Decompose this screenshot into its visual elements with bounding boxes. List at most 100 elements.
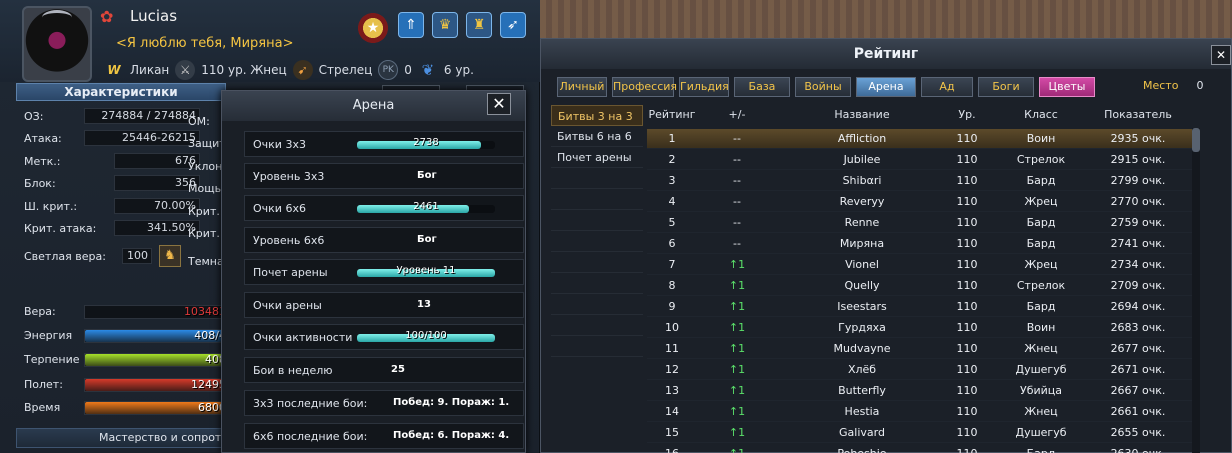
cell-change: ↑1 bbox=[728, 300, 746, 313]
table-row[interactable]: 14 ↑1 Hestia 110 Жнец 2661 очк. bbox=[647, 402, 1193, 422]
cell-change: -- bbox=[733, 153, 741, 166]
table-row[interactable]: 5 -- Renne 110 Бард 2759 очк. bbox=[647, 213, 1193, 233]
stat-label: Крит. атака: bbox=[24, 221, 97, 235]
profession-label: Стрелец bbox=[318, 63, 373, 77]
faith-icon[interactable]: ♞ bbox=[159, 245, 181, 267]
table-row[interactable]: 8 ↑1 Quelly 110 Стрелок 2709 очк. bbox=[647, 276, 1193, 296]
table-row[interactable]: 11 ↑1 Mudvayne 110 Жнец 2677 очк. bbox=[647, 339, 1193, 359]
mastery-resistance-tab[interactable]: Мастерство и сопротивление bbox=[16, 428, 230, 448]
resource-label: Терпение bbox=[24, 353, 80, 366]
table-row[interactable]: 7 ↑1 Vionel 110 Жрец 2734 очк. bbox=[647, 255, 1193, 275]
subtab-empty bbox=[551, 210, 643, 231]
resource-bar: Вера: 103483 bbox=[24, 303, 229, 321]
tab-7[interactable]: Ад bbox=[921, 77, 973, 97]
cup-icon[interactable]: ♜ bbox=[466, 12, 492, 38]
close-icon[interactable]: ✕ bbox=[487, 93, 511, 115]
cell-change: ↑1 bbox=[728, 279, 746, 292]
arena-progress-value: Уровень 11 bbox=[396, 265, 456, 276]
cell-level: 110 bbox=[956, 426, 978, 439]
cell-class: Бард bbox=[1026, 174, 1056, 187]
cell-change: -- bbox=[733, 174, 741, 187]
profession-icon: ➹ bbox=[292, 60, 313, 80]
cell-level: 110 bbox=[956, 258, 978, 271]
cell-change: ↑1 bbox=[728, 342, 746, 355]
arena-stat-row: Почет арены Уровень 11 bbox=[244, 259, 524, 285]
resource-label: Энергия bbox=[24, 329, 73, 342]
arena-stat-label: Уровень 6х6 bbox=[253, 234, 325, 247]
cell-rank: 12 bbox=[665, 363, 679, 376]
table-row[interactable]: 1 -- Affliction 110 Воин 2935 очк. bbox=[647, 129, 1193, 149]
trophy-icon[interactable]: ♛ bbox=[432, 12, 458, 38]
cell-class: Жрец bbox=[1024, 195, 1058, 208]
table-row[interactable]: 10 ↑1 Гурдяха 110 Воин 2683 очк. bbox=[647, 318, 1193, 338]
table-row[interactable]: 12 ↑1 Хлёб 110 Душегуб 2671 очк. bbox=[647, 360, 1193, 380]
rank-medal-icon[interactable]: ★ bbox=[356, 10, 390, 46]
arena-stat-label: Очки активности bbox=[253, 331, 353, 344]
cell-name: Pohoshio bbox=[777, 447, 947, 453]
subtab-item[interactable]: Почет арены bbox=[551, 147, 643, 168]
tab-8[interactable]: Боги bbox=[978, 77, 1034, 97]
arena-stat-label: Очки 6х6 bbox=[253, 202, 306, 215]
arena-stat-row: Очки арены 13 bbox=[244, 292, 524, 318]
scroll-thumb[interactable] bbox=[1192, 128, 1200, 152]
arena-progress-value: 100/100 bbox=[405, 330, 447, 341]
tab-3[interactable]: Гильдия bbox=[679, 77, 729, 97]
cell-level: 110 bbox=[956, 174, 978, 187]
column-header[interactable]: Класс bbox=[1007, 108, 1075, 121]
rank-up-icon[interactable]: ⇑ bbox=[398, 12, 424, 38]
subtab-empty bbox=[551, 336, 643, 357]
cell-change: ↑1 bbox=[728, 405, 746, 418]
cell-class: Бард bbox=[1026, 216, 1056, 229]
subtab-item[interactable]: Битвы 3 на 3 bbox=[551, 105, 643, 126]
table-row[interactable]: 3 -- Shibαri 110 Бард 2799 очк. bbox=[647, 171, 1193, 191]
stat-label: Блок: bbox=[24, 176, 56, 190]
cell-level: 110 bbox=[956, 237, 978, 250]
subtab-empty bbox=[551, 273, 643, 294]
rating-scrollbar[interactable] bbox=[1192, 128, 1200, 453]
column-header[interactable]: Рейтинг bbox=[647, 108, 697, 121]
arena-stat-row: Уровень 6х6 Бог bbox=[244, 227, 524, 253]
table-row[interactable]: 15 ↑1 Galivard 110 Душегуб 2655 очк. bbox=[647, 423, 1193, 443]
table-row[interactable]: 4 -- Reveryy 110 Жрец 2770 очк. bbox=[647, 192, 1193, 212]
wing-badge-icon[interactable]: ➶ bbox=[500, 12, 526, 38]
cell-rank: 6 bbox=[668, 237, 676, 250]
cell-class: Жнец bbox=[1024, 405, 1058, 418]
cell-class: Бард bbox=[1026, 300, 1056, 313]
table-row[interactable]: 9 ↑1 Iseestars 110 Бард 2694 очк. bbox=[647, 297, 1193, 317]
arena-stat-row: Очки 6х6 2461 bbox=[244, 195, 524, 221]
cell-name: Iseestars bbox=[837, 300, 887, 313]
column-header[interactable]: Ур. bbox=[947, 108, 987, 121]
table-row[interactable]: 6 -- Миряна 110 Бард 2741 очк. bbox=[647, 234, 1193, 254]
tab-1[interactable]: Личный bbox=[557, 77, 607, 97]
cell-rank: 4 bbox=[668, 195, 676, 208]
arena-stat-value: 13 bbox=[417, 299, 431, 310]
cell-rank: 5 bbox=[668, 216, 676, 229]
table-row[interactable]: 2 -- Jubilee 110 Стрелок 2915 очк. bbox=[647, 150, 1193, 170]
cell-name: Reveryy bbox=[839, 195, 885, 208]
cell-class: Жнец bbox=[1024, 342, 1058, 355]
column-header[interactable]: +/- bbox=[713, 108, 761, 121]
tab-characteristics[interactable]: Характеристики bbox=[16, 83, 226, 101]
tab-6[interactable]: Арена bbox=[856, 77, 916, 97]
close-button[interactable]: ✕ bbox=[1211, 45, 1231, 65]
cell-class: Жрец bbox=[1024, 258, 1058, 271]
tab-4[interactable]: База bbox=[734, 77, 790, 97]
column-header[interactable]: Показатель bbox=[1083, 108, 1193, 121]
tab-9[interactable]: Цветы bbox=[1039, 77, 1095, 97]
cell-name: Shibαri bbox=[842, 174, 882, 187]
cell-level: 110 bbox=[956, 132, 978, 145]
subtab-item[interactable]: Битвы 6 на 6 bbox=[551, 126, 643, 147]
cell-change: -- bbox=[733, 237, 741, 250]
cell-score: 2661 очк. bbox=[1110, 405, 1166, 418]
column-header[interactable]: Название bbox=[777, 108, 947, 121]
tab-2[interactable]: Профессия bbox=[612, 77, 677, 97]
character-header: ✿ Lucias <Я люблю тебя, Миряна> ★ ⇑ ♛ ♜ … bbox=[0, 0, 540, 82]
character-avatar[interactable] bbox=[22, 6, 92, 82]
table-row[interactable]: 13 ↑1 Butterfly 110 Убийца 2667 очк. bbox=[647, 381, 1193, 401]
tab-5[interactable]: Войны bbox=[795, 77, 851, 97]
arena-stat-row: Очки 3х3 2738 bbox=[244, 131, 524, 157]
cell-score: 2741 очк. bbox=[1110, 237, 1166, 250]
table-row[interactable]: 16 ↑1 Pohoshio110 Бард 2630 очк. bbox=[647, 444, 1193, 453]
header-icons: ★ ⇑ ♛ ♜ ➶ bbox=[356, 10, 526, 46]
cell-name: Гурдяха bbox=[838, 321, 886, 334]
